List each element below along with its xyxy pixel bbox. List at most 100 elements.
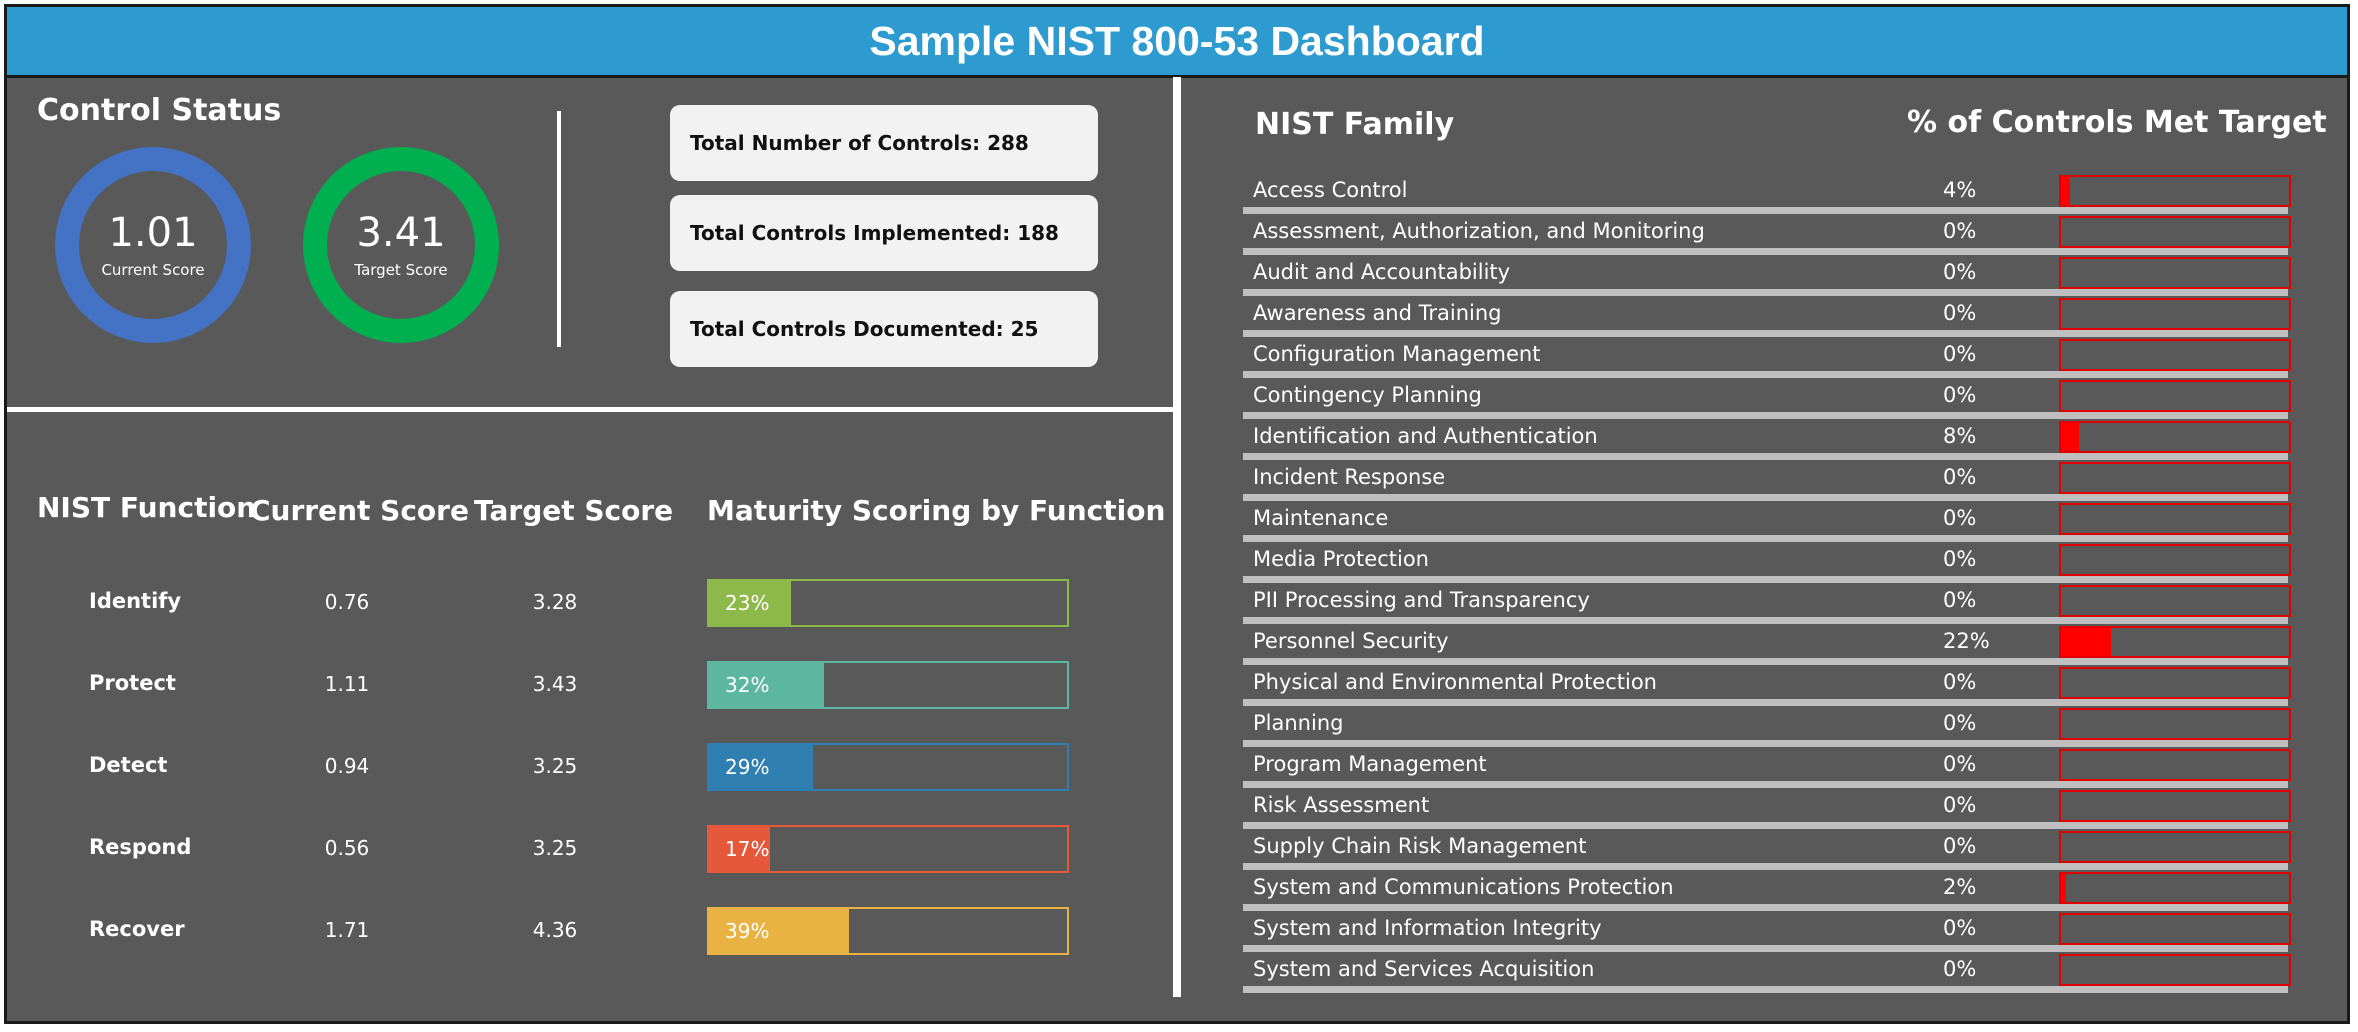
maturity-bar: 39% [707,907,1069,955]
family-name: Supply Chain Risk Management [1253,834,1587,858]
row-separator [1243,904,2288,911]
family-row: Maintenance 0% [1243,501,2293,542]
function-target-score: 3.43 [532,672,578,696]
family-name: Media Protection [1253,547,1429,571]
current-score-value: 1.01 [108,210,198,256]
family-percent: 0% [1943,834,1977,858]
maturity-bar: 17% [707,825,1069,873]
family-percent: 8% [1943,424,1977,448]
function-target-score: 3.25 [532,836,578,860]
family-percent: 22% [1943,629,1990,653]
family-row: Assessment, Authorization, and Monitorin… [1243,214,2293,255]
family-percent: 0% [1943,547,1977,571]
horizontal-divider [7,407,1177,412]
family-row: Supply Chain Risk Management 0% [1243,829,2293,870]
family-bar [2059,462,2291,494]
family-bar [2059,708,2291,740]
function-name: Respond [89,835,192,859]
family-bar [2059,831,2291,863]
family-bar-fill [2061,874,2066,902]
row-separator [1243,986,2288,993]
family-name: Maintenance [1253,506,1389,530]
row-separator [1243,945,2288,952]
target-score-gauge: 3.41 Target Score [303,147,499,343]
current-score-gauge: 1.01 Current Score [55,147,251,343]
row-separator [1243,289,2288,296]
family-pct-header: % of Controls Met Target [1907,105,2327,140]
row-separator [1243,740,2288,747]
family-row: Program Management 0% [1243,747,2293,788]
family-row: Identification and Authentication 8% [1243,419,2293,460]
maturity-bar: 29% [707,743,1069,791]
family-row: System and Information Integrity 0% [1243,911,2293,952]
family-row: Access Control 4% [1243,173,2293,214]
family-percent: 4% [1943,178,1977,202]
maturity-percent: 39% [725,919,770,943]
family-percent: 0% [1943,670,1977,694]
control-status-title: Control Status [37,93,282,128]
family-row: Configuration Management 0% [1243,337,2293,378]
row-separator [1243,494,2288,501]
row-separator [1243,248,2288,255]
family-bar [2059,216,2291,248]
row-separator [1243,617,2288,624]
dashboard-frame: Sample NIST 800-53 Dashboard Control Sta… [4,4,2350,1024]
function-name: Protect [89,671,176,695]
maturity-percent: 23% [725,591,770,615]
family-percent: 0% [1943,588,1977,612]
family-name: Contingency Planning [1253,383,1482,407]
dashboard-title: Sample NIST 800-53 Dashboard [7,7,2347,78]
family-bar-fill [2061,423,2080,451]
family-percent: 0% [1943,957,1977,981]
family-bar [2059,626,2291,658]
family-row: Personnel Security 22% [1243,624,2293,665]
family-percent: 0% [1943,916,1977,940]
family-percent: 0% [1943,383,1977,407]
target-score-value: 3.41 [356,210,446,256]
row-separator [1243,330,2288,337]
family-percent: 0% [1943,752,1977,776]
family-bar [2059,954,2291,986]
row-separator [1243,412,2288,419]
family-percent: 0% [1943,260,1977,284]
family-name: Risk Assessment [1253,793,1430,817]
family-name: Configuration Management [1253,342,1541,366]
maturity-percent: 17% [725,837,770,861]
function-name-header: NIST Function [37,491,257,524]
family-row: Awareness and Training 0% [1243,296,2293,337]
family-header: NIST Family [1255,107,1455,142]
function-target-score: 3.25 [532,754,578,778]
family-bar [2059,790,2291,822]
row-separator [1243,822,2288,829]
status-divider [557,111,561,347]
row-separator [1243,781,2288,788]
family-row: Physical and Environmental Protection 0% [1243,665,2293,706]
row-separator [1243,207,2288,214]
family-bar [2059,421,2291,453]
target-score-header: Target Score [474,494,674,527]
function-current-score: 1.11 [324,672,370,696]
family-name: Awareness and Training [1253,301,1502,325]
family-name: Personnel Security [1253,629,1449,653]
row-separator [1243,863,2288,870]
function-current-score: 1.71 [324,918,370,942]
family-bar-fill [2061,177,2071,205]
family-percent: 2% [1943,875,1977,899]
row-separator [1243,576,2288,583]
function-name: Recover [89,917,185,941]
row-separator [1243,658,2288,665]
family-bar [2059,749,2291,781]
family-name: System and Information Integrity [1253,916,1602,940]
family-row: System and Services Acquisition 0% [1243,952,2293,993]
family-name: Planning [1253,711,1344,735]
family-bar [2059,175,2291,207]
function-current-score: 0.76 [324,590,370,614]
row-separator [1243,371,2288,378]
family-bar [2059,503,2291,535]
stat-controls-documented: Total Controls Documented: 25 [670,291,1098,367]
family-row: Incident Response 0% [1243,460,2293,501]
family-name: Program Management [1253,752,1487,776]
family-row: Risk Assessment 0% [1243,788,2293,829]
maturity-percent: 29% [725,755,770,779]
family-bar [2059,257,2291,289]
